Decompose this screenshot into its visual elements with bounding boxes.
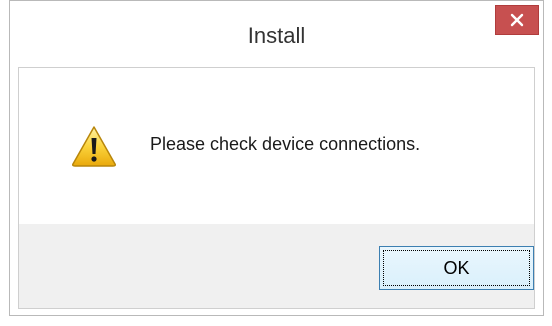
button-bar: OK [19,224,534,308]
ok-button-label: OK [443,257,470,278]
title-bar[interactable]: Install [10,1,543,67]
message-area: Please check device connections. [19,68,534,224]
warning-icon [72,126,116,167]
window-title: Install [247,23,306,48]
close-icon [510,13,524,27]
dialog-body: Please check device connections. OK [18,67,535,309]
message-text: Please check device connections. [150,134,421,154]
ok-button[interactable]: OK [379,246,534,290]
install-dialog: Install Please check device connections.… [9,0,544,316]
close-button[interactable] [495,5,539,35]
